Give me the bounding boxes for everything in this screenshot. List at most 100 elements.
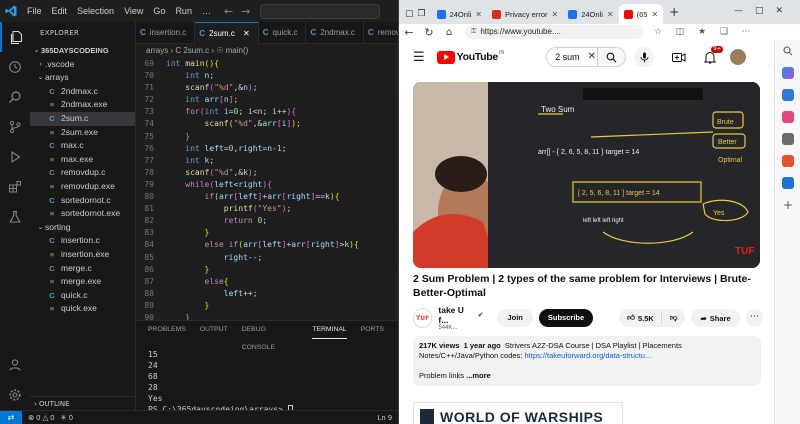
clear-search-icon[interactable]: ✕: [588, 48, 596, 66]
settings-gear-icon[interactable]: [0, 380, 30, 410]
editor-tab[interactable]: Cinsertion.c: [136, 22, 196, 44]
code-line[interactable]: 77 int k;: [136, 155, 398, 167]
code-line[interactable]: 74 scanf("%d",&arr[i]);: [136, 118, 398, 130]
panel-tab[interactable]: PORTS: [361, 321, 384, 339]
show-more-link[interactable]: ...more: [466, 371, 491, 380]
editor-tab[interactable]: C 2sum.c ✕: [195, 22, 259, 44]
code-editor[interactable]: 69 int main(){70 int n; 71 scanf("%d",&n);…: [136, 58, 398, 320]
games-icon[interactable]: [775, 128, 800, 150]
ad-banner[interactable]: WORLD OF WARSHIPS: [413, 402, 623, 424]
explorer-root-folder[interactable]: ⌄ 365DAYSCODEING: [30, 44, 135, 58]
share-button[interactable]: ➦ Share: [691, 309, 740, 327]
explorer-file[interactable]: ≡ sortedornot.exe: [30, 207, 135, 221]
explorer-file[interactable]: Cremovdup.c: [30, 166, 135, 180]
explorer-file[interactable]: C 2sum.c: [30, 111, 135, 126]
code-line[interactable]: 82 return 0;: [136, 215, 398, 227]
favorites-icon[interactable]: ★: [695, 27, 709, 37]
explorer-file[interactable]: ≡ quick.exe: [30, 302, 135, 316]
youtube-search-input[interactable]: 2 sum ✕: [546, 47, 599, 67]
panel-tab[interactable]: TERMINAL: [312, 321, 347, 339]
notifications-bell-icon[interactable]: 9+: [704, 45, 724, 64]
join-button[interactable]: Join: [497, 309, 533, 327]
address-bar[interactable]: ⚿ https://www.youtube....: [465, 25, 643, 39]
browser-menu-icon[interactable]: ⋯: [739, 27, 753, 37]
menu-selection[interactable]: Selection: [72, 6, 119, 16]
code-line[interactable]: 85 right--;: [136, 252, 398, 264]
browser-tab[interactable]: Privacy error ✕: [487, 4, 563, 24]
explorer-file[interactable]: ≡ merge.exe: [30, 275, 135, 289]
history-icon[interactable]: [0, 52, 30, 82]
code-line[interactable]: 70 int n;: [136, 70, 398, 82]
explorer-file[interactable]: Cinsertion.c: [30, 234, 135, 248]
code-line[interactable]: 76 int left=0,right=n-1;: [136, 143, 398, 155]
code-line[interactable]: 83 }: [136, 227, 398, 239]
add-sidebar-app-icon[interactable]: +: [775, 194, 800, 216]
panel-tab[interactable]: DEBUG CONSOLE: [242, 321, 299, 351]
back-icon[interactable]: ←: [399, 26, 419, 39]
explorer-folder[interactable]: ⌄ sorting: [30, 221, 135, 235]
code-line[interactable]: 80 if(arr[left]+arr[right]==k){: [136, 191, 398, 203]
back-arrow-icon[interactable]: ←: [224, 5, 233, 18]
explorer-file[interactable]: ≡ removdup.exe: [30, 180, 135, 194]
dislike-button[interactable]: 👎︎: [662, 313, 686, 323]
code-line[interactable]: 72 int arr[n];: [136, 94, 398, 106]
video-player[interactable]: Two Sum arr[] - { 2, 6, 5, 8, 11 } targe…: [413, 82, 760, 268]
subscribe-button[interactable]: Subscribe: [538, 309, 594, 327]
menu-view[interactable]: View: [119, 6, 148, 16]
explorer-file[interactable]: ≡ max.exe: [30, 153, 135, 167]
tools-icon[interactable]: [775, 106, 800, 128]
editor-tab[interactable]: Cquick.c: [259, 22, 307, 44]
create-video-icon[interactable]: [672, 52, 686, 63]
panel-tab[interactable]: PROBLEMS: [148, 321, 186, 339]
command-center-search[interactable]: [260, 3, 381, 19]
code-line[interactable]: 69 int main(){: [136, 58, 398, 70]
window-controls[interactable]: —□✕: [734, 6, 795, 16]
extensions-icon[interactable]: [0, 172, 30, 202]
close-tab-icon[interactable]: ✕: [552, 10, 559, 19]
close-tab-icon[interactable]: ✕: [475, 10, 482, 19]
explorer-file[interactable]: ≡ 2ndmax.exe: [30, 98, 135, 112]
video-description[interactable]: 217K views 1 year ago Strivers A2Z-DSA C…: [413, 336, 761, 386]
more-actions-button[interactable]: ⋯: [745, 309, 764, 327]
errors-indicator[interactable]: ⊗ 0 △ 0: [28, 413, 54, 422]
testing-flask-icon[interactable]: [0, 202, 30, 232]
account-icon[interactable]: [0, 350, 30, 380]
split-screen-icon[interactable]: ◫: [673, 27, 687, 37]
close-tab-icon[interactable]: ✕: [241, 29, 250, 38]
menu-run[interactable]: Run: [170, 6, 197, 16]
menu-more[interactable]: …: [197, 6, 216, 16]
explorer-files-icon[interactable]: [0, 22, 30, 52]
cursor-position[interactable]: Ln 9: [377, 413, 392, 422]
search-icon[interactable]: [0, 82, 30, 112]
outlook-icon[interactable]: [775, 172, 800, 194]
copilot-icon[interactable]: [775, 62, 800, 84]
code-line[interactable]: 78 scanf("%d",&k);: [136, 167, 398, 179]
like-button[interactable]: 👍︎ 5.5K: [619, 312, 662, 324]
explorer-file[interactable]: Cquick.c: [30, 289, 135, 303]
panel-tab[interactable]: OUTPUT: [200, 321, 228, 339]
source-control-icon[interactable]: [0, 112, 30, 142]
collections-icon[interactable]: ❏: [717, 27, 731, 37]
menu-edit[interactable]: Edit: [47, 6, 73, 16]
code-line[interactable]: 87 else{: [136, 276, 398, 288]
close-tab-icon[interactable]: ✕: [651, 10, 658, 19]
search-button[interactable]: [598, 47, 627, 67]
code-line[interactable]: 73 for(int i=0; i<n; i++){: [136, 106, 398, 118]
code-line[interactable]: 84 else if(arr[left]+arr[right]>k){: [136, 239, 398, 251]
explorer-file[interactable]: Csortedornot.c: [30, 194, 135, 208]
explorer-file[interactable]: C 2ndmax.c: [30, 85, 135, 99]
code-line[interactable]: 75 }: [136, 131, 398, 143]
new-tab-icon[interactable]: +: [669, 5, 679, 19]
favorite-star-icon[interactable]: ☆: [651, 27, 665, 37]
refresh-icon[interactable]: ↻: [419, 26, 439, 39]
explorer-file[interactable]: Cmerge.c: [30, 262, 135, 276]
code-line[interactable]: 88 left++;: [136, 288, 398, 300]
explorer-file[interactable]: ≡ insertion.exe: [30, 248, 135, 262]
menu-go[interactable]: Go: [148, 6, 170, 16]
shopping-icon[interactable]: [775, 84, 800, 106]
code-line[interactable]: 86 }: [136, 264, 398, 276]
menu-file[interactable]: File: [22, 6, 47, 16]
tab-actions-icon[interactable]: ❐: [418, 9, 426, 19]
breadcrumb[interactable]: arrays › C 2sum.c › ☉ main(): [136, 44, 398, 58]
browser-tab[interactable]: 24Onli ✕: [563, 4, 618, 24]
